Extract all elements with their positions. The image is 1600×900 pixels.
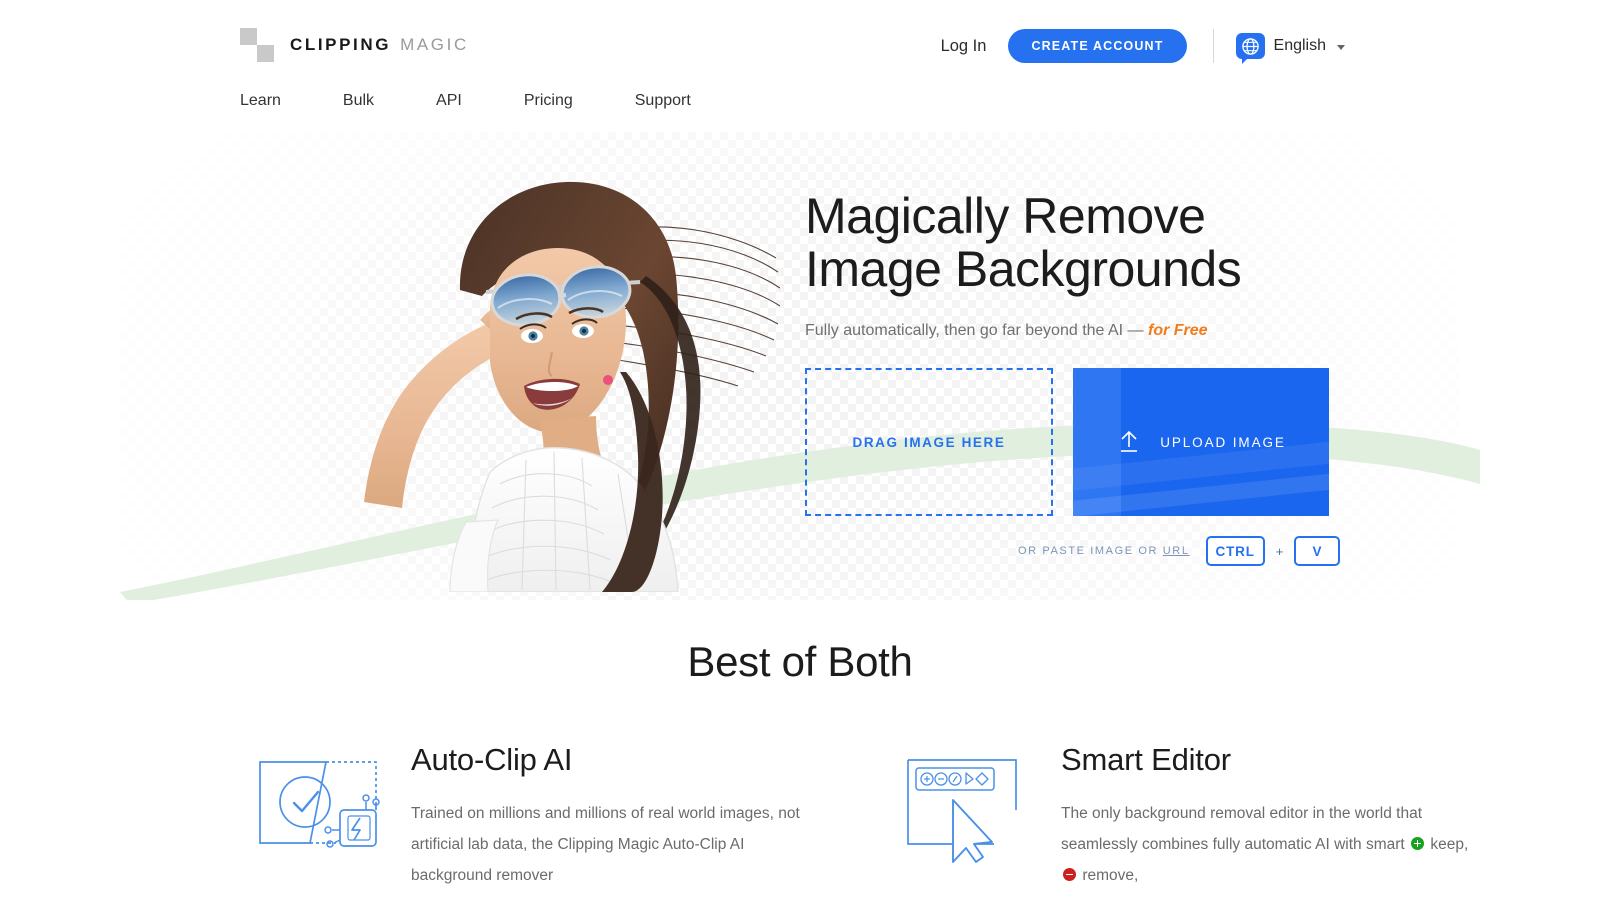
feature-body-smart-editor: The only background removal editor in th… <box>1061 798 1478 891</box>
key-v[interactable]: V <box>1294 536 1341 566</box>
header-actions: Log In CREATE ACCOUNT English <box>941 28 1345 64</box>
nav-item-bulk[interactable]: Bulk <box>343 92 374 110</box>
key-ctrl[interactable]: CTRL <box>1205 536 1265 566</box>
checkerboard-icon <box>240 28 274 62</box>
hero-upload-actions: DRAG IMAGE HERE UPLOAD IMAGE <box>805 368 1329 516</box>
upload-button-label: UPLOAD IMAGE <box>1160 434 1286 450</box>
key-plus-separator: + <box>1275 543 1284 559</box>
hero-section: Magically Remove Image Backgrounds Fully… <box>0 132 1600 600</box>
upload-arrow-icon <box>1116 428 1142 457</box>
feature-title-auto-clip-ai: Auto-Clip AI <box>411 742 573 777</box>
feature-auto-clip-ai: Auto-Clip AI Trained on millions and mil… <box>248 740 828 891</box>
drag-image-dropzone[interactable]: DRAG IMAGE HERE <box>805 368 1053 516</box>
nav-item-api[interactable]: API <box>436 92 462 110</box>
feature-smart-editor: Smart Editor The only background removal… <box>898 740 1478 891</box>
log-in-link[interactable]: Log In <box>941 37 987 56</box>
hero-subtitle-plain: Fully automatically, then go far beyond … <box>805 322 1148 339</box>
language-label: English <box>1273 37 1326 54</box>
paste-instruction-row: OR PASTE IMAGE OR URL CTRL + V <box>1018 536 1341 566</box>
paste-prefix: OR PASTE IMAGE OR <box>1018 545 1163 557</box>
feature-body-smart-editor-text: The only background removal editor in th… <box>1061 805 1423 853</box>
create-account-button[interactable]: CREATE ACCOUNT <box>1008 29 1187 63</box>
section-title-best-of-both: Best of Both <box>687 638 913 685</box>
upload-button-accent-band <box>1073 368 1121 516</box>
keep-plus-icon <box>1411 837 1425 850</box>
chevron-down-icon <box>1337 45 1345 50</box>
remove-minus-icon <box>1063 868 1076 881</box>
logo-wordmark: CLIPPING MAGIC <box>290 35 469 55</box>
feature-remove-word: remove, <box>1082 867 1139 884</box>
nav-item-support[interactable]: Support <box>635 92 691 110</box>
paste-url-link[interactable]: URL <box>1163 545 1190 557</box>
logo-word-magic: MAGIC <box>400 35 469 54</box>
paste-label: OR PASTE IMAGE OR URL <box>1018 545 1190 557</box>
dropzone-label: DRAG IMAGE HERE <box>852 434 1006 450</box>
hero-subtitle: Fully automatically, then go far beyond … <box>805 322 1425 340</box>
feature-body-auto-clip-ai: Trained on millions and millions of real… <box>411 805 800 884</box>
logo-word-clipping: CLIPPING <box>290 35 392 54</box>
auto-clip-ai-icon <box>248 740 383 855</box>
language-selector[interactable]: English <box>1235 33 1345 64</box>
feature-keep-word: keep, <box>1430 836 1469 853</box>
primary-nav: Learn Bulk API Pricing Support <box>240 92 753 110</box>
page-title: Magically Remove Image Backgrounds <box>805 188 1242 297</box>
site-header: CLIPPING MAGIC Log In CREATE ACCOUNT Eng… <box>0 0 1600 132</box>
smart-editor-icon <box>898 740 1033 863</box>
smiling-woman-sunglasses-photo <box>340 172 780 592</box>
features-row: Auto-Clip AI Trained on millions and mil… <box>0 740 1600 891</box>
nav-item-learn[interactable]: Learn <box>240 92 281 110</box>
globe-speech-bubble-icon <box>1235 33 1265 64</box>
logo[interactable]: CLIPPING MAGIC <box>240 28 469 62</box>
clipping-magic-landing-page: CLIPPING MAGIC Log In CREATE ACCOUNT Eng… <box>0 0 1600 900</box>
header-divider <box>1212 29 1214 63</box>
feature-title-smart-editor: Smart Editor <box>1061 742 1231 777</box>
upload-image-button[interactable]: UPLOAD IMAGE <box>1073 368 1329 516</box>
hero-copy: Magically Remove Image Backgrounds Fully… <box>805 190 1425 340</box>
nav-item-pricing[interactable]: Pricing <box>524 92 573 110</box>
hero-subtitle-accent: for Free <box>1148 322 1208 339</box>
